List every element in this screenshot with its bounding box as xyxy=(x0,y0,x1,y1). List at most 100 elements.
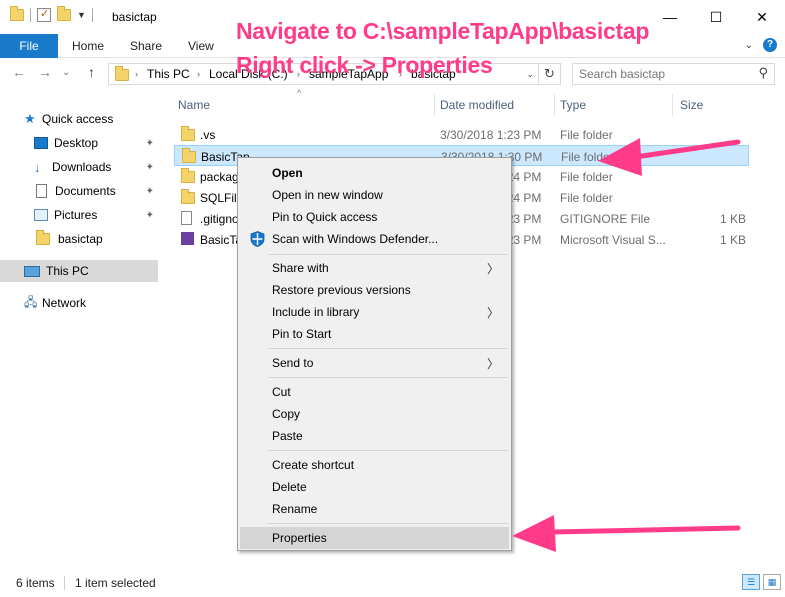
menu-item-label: Pin to Start xyxy=(272,327,332,341)
recent-locations-chevron-icon[interactable]: ⌄ xyxy=(62,67,70,78)
pin-icon[interactable]: ✦ xyxy=(146,210,154,221)
pin-icon[interactable]: ✦ xyxy=(146,138,154,149)
breadcrumb-chevron-icon[interactable]: › xyxy=(197,69,200,79)
column-divider[interactable] xyxy=(434,94,435,116)
menu-item-pin-quick-access[interactable]: Pin to Quick access xyxy=(240,206,509,228)
file-date: 3/30/2018 1:23 PM xyxy=(440,128,542,142)
menu-separator xyxy=(268,377,508,378)
navigation-pane: ★ Quick access Desktop ✦ ↓ Downloads ✦ D… xyxy=(0,90,164,567)
menu-item-cut[interactable]: Cut xyxy=(240,381,509,403)
refresh-icon[interactable]: ↻ xyxy=(538,64,560,84)
menu-item-label: Open xyxy=(272,166,303,180)
pin-icon[interactable]: ✦ xyxy=(146,162,154,173)
menu-item-copy[interactable]: Copy xyxy=(240,403,509,425)
file-icon xyxy=(181,211,192,225)
menu-item-label: Restore previous versions xyxy=(272,283,411,297)
sidebar-item-label: Documents xyxy=(55,184,116,198)
large-icons-view-icon[interactable]: ▦ xyxy=(763,574,781,590)
breadcrumb-chevron-icon[interactable]: › xyxy=(135,69,138,79)
desktop-icon xyxy=(34,137,48,149)
menu-item-label: Delete xyxy=(272,480,307,494)
menu-item-label: Share with xyxy=(272,261,329,275)
tab-view[interactable]: View xyxy=(176,34,226,58)
menu-item-include-library[interactable]: Include in library 〉 xyxy=(240,301,509,323)
sidebar-item-pictures[interactable]: Pictures ✦ xyxy=(0,204,158,226)
tab-file[interactable]: File xyxy=(0,34,58,58)
sidebar-item-downloads[interactable]: ↓ Downloads ✦ xyxy=(0,156,158,178)
context-menu: Open Open in new window Pin to Quick acc… xyxy=(237,157,512,551)
menu-item-restore-versions[interactable]: Restore previous versions xyxy=(240,279,509,301)
menu-item-pin-start[interactable]: Pin to Start xyxy=(240,323,509,345)
file-row[interactable]: .vs 3/30/2018 1:23 PM File folder xyxy=(174,124,749,145)
tab-home[interactable]: Home xyxy=(60,34,116,58)
file-type: File folder xyxy=(561,150,614,164)
folder-icon[interactable] xyxy=(10,6,24,21)
file-type: GITIGNORE File xyxy=(560,212,651,226)
minimize-button[interactable]: — xyxy=(647,0,693,34)
submenu-arrow-icon: 〉 xyxy=(486,357,499,371)
menu-item-label: Properties xyxy=(272,531,327,545)
menu-item-delete[interactable]: Delete xyxy=(240,476,509,498)
column-header-date[interactable]: Date modified xyxy=(440,98,514,112)
sidebar-item-basictap[interactable]: basictap xyxy=(0,228,158,250)
column-divider[interactable] xyxy=(554,94,555,116)
window-title: basictap xyxy=(112,10,157,24)
back-arrow-icon[interactable]: ← xyxy=(12,64,26,80)
sidebar-item-desktop[interactable]: Desktop ✦ xyxy=(0,132,158,154)
column-header-name[interactable]: Name xyxy=(178,98,210,112)
documents-icon xyxy=(36,184,47,198)
pin-icon[interactable]: ✦ xyxy=(146,186,154,197)
column-header-size[interactable]: Size xyxy=(680,98,703,112)
menu-item-share-with[interactable]: Share with 〉 xyxy=(240,257,509,279)
menu-item-scan-defender[interactable]: Scan with Windows Defender... xyxy=(240,228,509,250)
search-icon[interactable]: ⚲ xyxy=(758,65,768,81)
breadcrumb-this-pc[interactable]: This PC xyxy=(147,67,190,81)
column-header-type[interactable]: Type xyxy=(560,98,586,112)
file-type: Microsoft Visual S... xyxy=(560,233,666,247)
sidebar-item-label: basictap xyxy=(58,232,103,246)
downloads-icon: ↓ xyxy=(34,159,41,175)
pictures-icon xyxy=(34,209,48,221)
annotation-right-click: Right click -> Properties xyxy=(236,52,493,78)
annotation-navigate: Navigate to C:\sampleTapApp\basictap xyxy=(236,18,650,44)
star-icon: ★ xyxy=(24,111,36,126)
forward-arrow-icon[interactable]: → xyxy=(38,64,52,80)
search-box[interactable]: ⚲ xyxy=(572,63,775,85)
sidebar-item-documents[interactable]: Documents ✦ xyxy=(0,180,158,202)
menu-item-label: Include in library xyxy=(272,305,360,319)
address-dropdown-icon[interactable]: ⌄ xyxy=(526,69,534,80)
toolbar-divider xyxy=(91,8,93,22)
details-view-icon[interactable]: ☰ xyxy=(742,574,760,590)
menu-item-open-new-window[interactable]: Open in new window xyxy=(240,184,509,206)
properties-icon[interactable] xyxy=(37,7,51,22)
new-folder-icon[interactable] xyxy=(57,6,71,21)
file-type: File folder xyxy=(560,191,613,205)
expand-ribbon-chevron-icon[interactable]: ⌄ xyxy=(745,40,753,51)
customize-toolbar-chevron-icon[interactable]: ▼ xyxy=(77,10,86,20)
sidebar-item-label: Desktop xyxy=(54,136,99,150)
search-input[interactable] xyxy=(579,65,749,83)
menu-item-send-to[interactable]: Send to 〉 xyxy=(240,352,509,374)
sidebar-item-quick-access[interactable]: ★ Quick access xyxy=(0,108,158,130)
menu-separator xyxy=(268,348,508,349)
menu-item-create-shortcut[interactable]: Create shortcut xyxy=(240,454,509,476)
column-divider[interactable] xyxy=(672,94,673,116)
folder-icon xyxy=(181,189,195,204)
tab-share[interactable]: Share xyxy=(118,34,174,58)
folder-icon xyxy=(181,126,195,141)
sort-ascending-icon: ^ xyxy=(297,88,302,98)
menu-item-rename[interactable]: Rename xyxy=(240,498,509,520)
menu-item-open[interactable]: Open xyxy=(240,162,509,184)
maximize-button[interactable]: ☐ xyxy=(693,0,739,34)
menu-item-properties[interactable]: Properties xyxy=(240,527,509,549)
menu-item-label: Create shortcut xyxy=(272,458,355,472)
menu-item-paste[interactable]: Paste xyxy=(240,425,509,447)
help-icon[interactable]: ? xyxy=(763,38,777,52)
menu-item-label: Open in new window xyxy=(272,188,383,202)
menu-item-label: Pin to Quick access xyxy=(272,210,378,224)
close-button[interactable]: ✕ xyxy=(739,0,785,34)
up-arrow-icon[interactable]: ↑ xyxy=(88,64,95,80)
sidebar-item-network[interactable]: 🖧 Network xyxy=(0,292,158,314)
sidebar-item-this-pc[interactable]: This PC xyxy=(0,260,158,282)
menu-separator xyxy=(268,523,508,524)
